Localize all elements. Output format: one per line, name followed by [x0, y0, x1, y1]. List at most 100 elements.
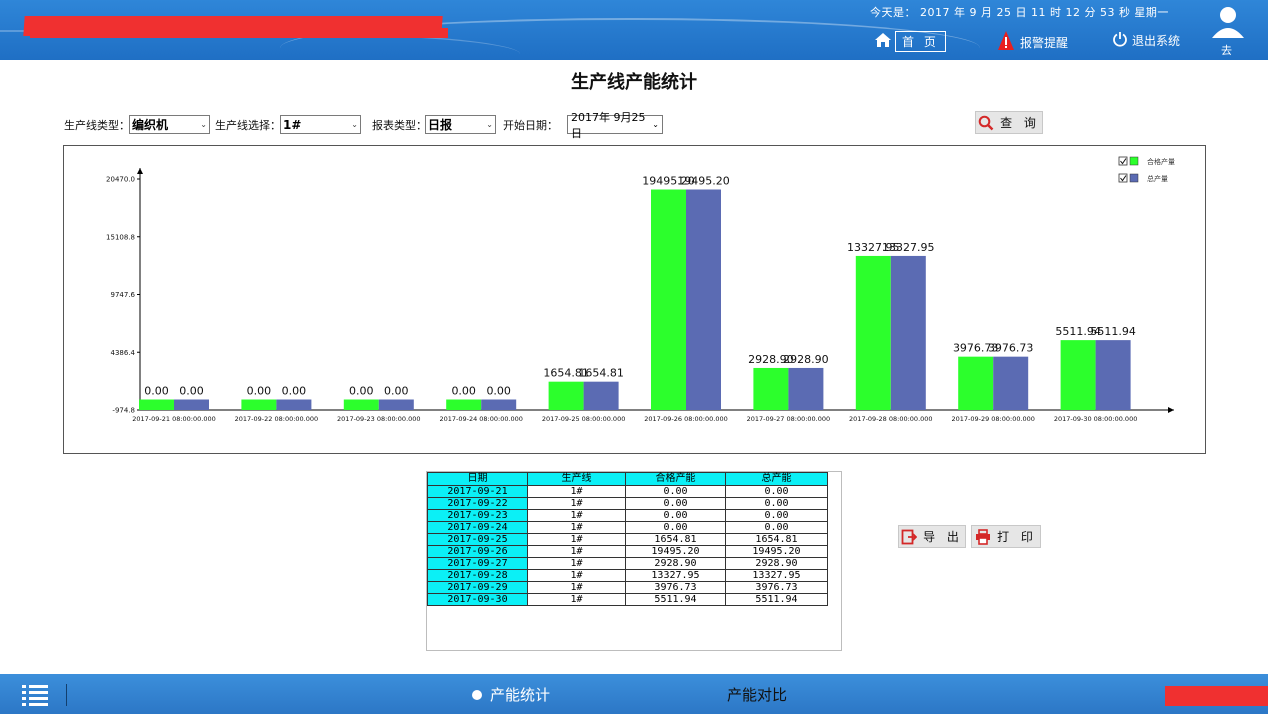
y-tick-label: -974.8: [112, 407, 135, 415]
export-icon: [901, 529, 918, 545]
chevron-down-icon: ⌄: [351, 120, 358, 129]
report-type-select[interactable]: 日报 ⌄: [425, 115, 496, 134]
line-select[interactable]: 1# ⌄: [280, 115, 361, 134]
start-date-value: 2017年 9月25日: [571, 110, 646, 140]
legend-label: 总产量: [1147, 174, 1168, 183]
chart-svg: 20470.0 15108.8 9747.6 4386.4 -974.8 0.00 0.00…: [106, 156, 1175, 423]
cell-total: 0.00: [725, 485, 828, 498]
bar-qualified: [855, 255, 891, 410]
export-button[interactable]: 导 出: [898, 525, 966, 548]
col-header-line: 生产线: [527, 472, 626, 486]
x-tick-label: 2017-09-26 08:00:00.000: [644, 415, 728, 423]
cell-qualified: 0.00: [625, 521, 726, 534]
table-header-row: 日期 生产线 合格产能 总产能: [427, 472, 828, 486]
x-tick-label: 2017-09-27 08:00:00.000: [747, 415, 831, 423]
bar-qualified: [1060, 340, 1096, 410]
footer-divider: [66, 684, 67, 706]
home-button[interactable]: 首 页: [874, 31, 946, 52]
x-tick-label: 2017-09-30 08:00:00.000: [1054, 415, 1138, 423]
table-row: 2017-09-30 1# 5511.94 5511.94: [427, 593, 828, 606]
cell-qualified: 0.00: [625, 485, 726, 498]
bar-total: [890, 255, 926, 410]
line-type-select[interactable]: 编织机 ⌄: [129, 115, 210, 134]
bar-total: [993, 356, 1029, 410]
search-icon: [978, 115, 994, 131]
user-name: 去: [1221, 44, 1232, 57]
start-date-picker[interactable]: 2017年 9月25日 ⌄: [567, 111, 663, 140]
power-icon: [1112, 31, 1128, 50]
bar-total: [276, 399, 312, 410]
bar-total: [481, 399, 517, 410]
cell-line: 1#: [527, 533, 626, 546]
x-tick-label: 2017-09-24 08:00:00.000: [439, 415, 523, 423]
x-tick-label: 2017-09-21 08:00:00.000: [132, 415, 216, 423]
table-row: 2017-09-25 1# 1654.81 1654.81: [427, 533, 828, 546]
tab-capacity-compare[interactable]: 产能对比: [727, 684, 787, 705]
y-tick-label: 15108.8: [106, 233, 135, 241]
legend-checkbox: [1118, 173, 1128, 183]
cell-qualified: 0.00: [625, 509, 726, 522]
cell-line: 1#: [527, 509, 626, 522]
export-label: 导 出: [923, 530, 963, 544]
bar-total: [788, 367, 824, 410]
bar-qualified: [446, 399, 482, 410]
legend-swatch: [1129, 173, 1139, 183]
bar-total: [1095, 340, 1131, 410]
cell-date: 2017-09-22: [427, 497, 528, 510]
chevron-down-icon: ⌄: [652, 120, 659, 129]
bar-value-label: 13327.95: [882, 241, 935, 254]
current-datetime: 今天是： 2017 年 9 月 25 日 11 时 12 分 53 秒 星期一: [870, 6, 1169, 19]
bottom-bar: 产能统计 产能对比: [0, 674, 1268, 714]
query-button[interactable]: 查 询: [975, 111, 1043, 134]
bar-value-label: 19495.20: [677, 175, 730, 188]
line-type-value: 编织机: [132, 118, 169, 132]
cell-date: 2017-09-23: [427, 509, 528, 522]
home-icon: [874, 32, 892, 52]
line-select-label: 生产线选择：: [215, 119, 281, 132]
exit-label: 退出系统: [1132, 34, 1181, 48]
cell-line: 1#: [527, 593, 626, 606]
x-tick-label: 2017-09-22 08:00:00.000: [235, 415, 319, 423]
bar-value-label: 0.00: [144, 384, 169, 397]
exit-button[interactable]: 退出系统: [1112, 31, 1180, 50]
tab-capacity-stat[interactable]: 产能统计: [472, 684, 550, 705]
table-row: 2017-09-27 1# 2928.90 2928.90: [427, 557, 828, 570]
cell-date: 2017-09-25: [427, 533, 528, 546]
data-table-panel: 日期 生产线 合格产能 总产能 2017-09-21 1# 0.00 0.00 2017…: [426, 471, 842, 651]
cell-qualified: 3976.73: [625, 581, 726, 594]
x-axis-arrow: [1168, 407, 1174, 413]
capacity-table: 日期 生产线 合格产能 总产能 2017-09-21 1# 0.00 0.00 2017…: [427, 472, 828, 606]
bar-value-label: 0.00: [451, 384, 476, 397]
redacted-logo: [30, 28, 448, 38]
bar-value-label: 0.00: [349, 384, 374, 397]
cell-total: 19495.20: [725, 545, 828, 558]
cell-total: 3976.73: [725, 581, 828, 594]
line-select-value: 1#: [283, 117, 302, 132]
cell-qualified: 5511.94: [625, 593, 726, 606]
bar-value-label: 0.00: [384, 384, 409, 397]
cell-qualified: 0.00: [625, 497, 726, 510]
cell-line: 1#: [527, 497, 626, 510]
line-type-label: 生产线类型：: [64, 119, 130, 132]
cell-date: 2017-09-28: [427, 569, 528, 582]
chevron-down-icon: ⌄: [486, 120, 493, 129]
print-button[interactable]: 打 印: [971, 525, 1041, 548]
x-tick-label: 2017-09-25 08:00:00.000: [542, 415, 626, 423]
y-tick-label: 9747.6: [111, 291, 136, 299]
capacity-chart: 20470.0 15108.8 9747.6 4386.4 -974.8 0.00 0.00…: [63, 145, 1206, 454]
bar-value-label: 1654.81: [578, 367, 624, 380]
printer-icon: [975, 528, 991, 545]
y-tick-label: 4386.4: [111, 349, 136, 357]
x-tick-label: 2017-09-23 08:00:00.000: [337, 415, 421, 423]
cell-date: 2017-09-21: [427, 485, 528, 498]
cell-line: 1#: [527, 485, 626, 498]
cell-total: 0.00: [725, 509, 828, 522]
bar-value-label: 0.00: [486, 384, 511, 397]
legend-swatch: [1129, 156, 1139, 166]
cell-date: 2017-09-24: [427, 521, 528, 534]
bar-value-label: 0.00: [247, 384, 272, 397]
alarm-button[interactable]: 报警提醒: [996, 30, 1068, 55]
start-date-label: 开始日期：: [503, 119, 558, 132]
menu-icon[interactable]: [22, 684, 48, 710]
bar-total: [174, 399, 209, 410]
